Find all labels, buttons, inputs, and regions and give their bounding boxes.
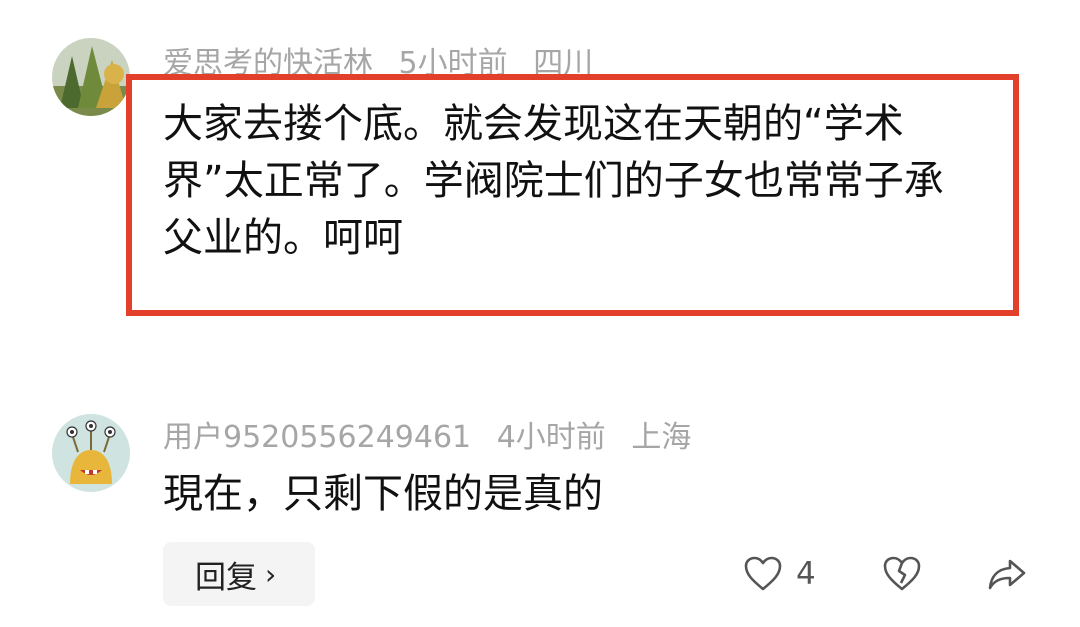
comment-text: 現在，只剩下假的是真的 — [163, 471, 603, 517]
reply-button[interactable]: 回复 › — [163, 542, 315, 606]
timestamp: 4小时前 — [496, 420, 606, 455]
username[interactable]: 用户9520556249461 — [163, 420, 471, 455]
reply-label: 回复 — [195, 559, 257, 596]
comment-meta: 用户9520556249461 4小时前 上海 — [163, 418, 707, 458]
comment-item: 用户9520556249461 4小时前 上海 現在，只剩下假的是真的 回复 ›… — [0, 400, 1080, 627]
comment-text-line: 大家去搂个底。就会发现这在天朝的“学术 — [163, 101, 904, 147]
like-button[interactable]: 4 — [742, 553, 816, 595]
comment-item: 爱思考的快活林 5小时前 四川 大家去搂个底。就会发现这在天朝的“学术 界”太正… — [0, 0, 1080, 400]
location: 上海 — [631, 420, 692, 455]
comment-text: 大家去搂个底。就会发现这在天朝的“学术 界”太正常了。学阀院士们的子女也常常子承… — [163, 96, 1013, 267]
broken-heart-icon — [883, 556, 921, 591]
avatar[interactable] — [52, 414, 130, 492]
chevron-right-icon: › — [265, 557, 277, 591]
comment-text-line: 父业的。呵呵 — [163, 215, 403, 261]
share-arrow-icon — [988, 559, 1026, 590]
share-button[interactable] — [986, 553, 1028, 595]
dislike-button[interactable] — [881, 553, 923, 595]
comment-text-line: 界”太正常了。学阀院士们的子女也常常子承 — [163, 158, 944, 204]
avatar[interactable] — [52, 38, 130, 116]
like-count: 4 — [796, 556, 816, 592]
heart-icon — [744, 556, 782, 591]
